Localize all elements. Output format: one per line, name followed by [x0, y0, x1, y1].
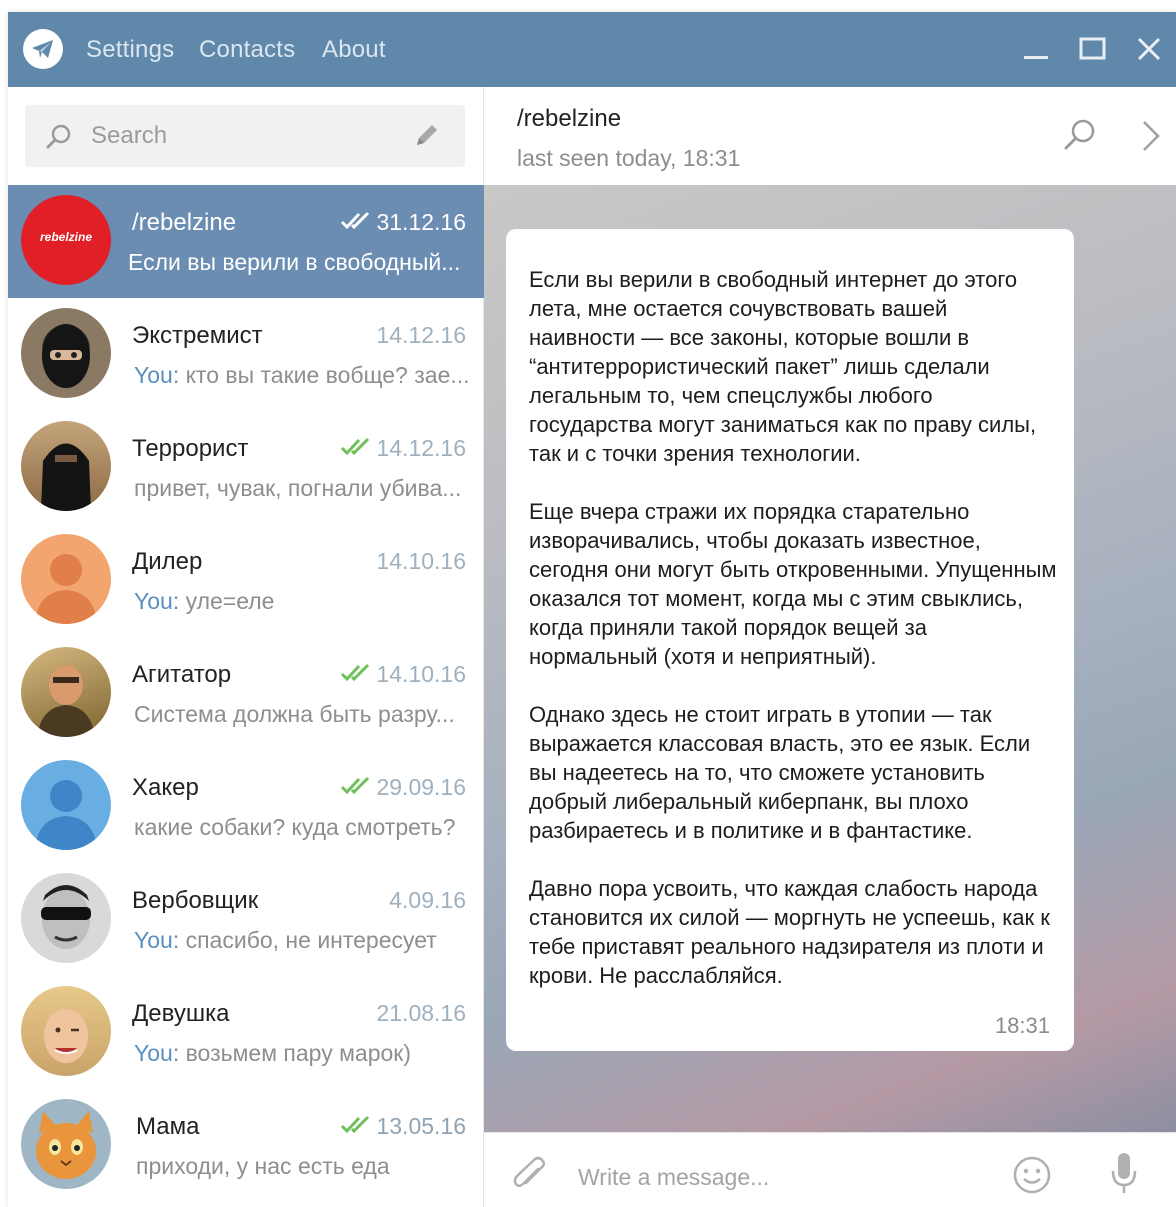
chat-name: Террорист: [132, 435, 249, 462]
message-text: Если вы верили в свободный интернет до э…: [529, 267, 1057, 988]
chat-item-dealer[interactable]: Дилер 14.10.16 You: уле=еле: [8, 524, 484, 637]
search-icon[interactable]: [1062, 117, 1098, 153]
chat-date: 4.09.16: [389, 887, 466, 913]
microphone-icon[interactable]: [1109, 1151, 1139, 1197]
avatar: [21, 534, 111, 624]
avatar: [21, 986, 111, 1076]
chat-name: Агитатор: [132, 661, 232, 688]
chat-date: 29.09.16: [376, 774, 466, 800]
chat-item-recruiter[interactable]: Вербовщик 4.09.16 You: спасибо, не интер…: [8, 863, 484, 976]
chat-date: 14.12.16: [376, 322, 466, 348]
chat-date: 21.08.16: [376, 1000, 466, 1026]
chat-name: Экстремист: [132, 322, 263, 349]
avatar-logo-text: rebelzine: [39, 230, 93, 244]
chat-name: /rebelzine: [132, 209, 237, 236]
menu-about[interactable]: About: [322, 36, 386, 64]
double-check-icon: [340, 663, 370, 682]
chat-preview: You: кто вы такие вобще? зае...: [134, 362, 470, 388]
double-check-icon: [340, 211, 370, 230]
title-bar: Settings Contacts About: [8, 12, 1176, 87]
search-icon: [46, 124, 71, 149]
chat-date: 14.10.16: [376, 661, 466, 687]
chat-preview: какие собаки? куда смотреть?: [134, 814, 456, 840]
chat-list-sidebar: rebelzine /rebelzine 31.12.16 Если вы ве…: [8, 87, 484, 1207]
chat-item-extremist[interactable]: Экстремист 14.12.16 You: кто вы такие во…: [8, 298, 484, 411]
chat-date: 31.12.16: [376, 209, 466, 235]
chat-header: /rebelzine last seen today, 18:31: [484, 87, 1176, 185]
chat-preview: Система должна быть разру...: [134, 701, 455, 727]
chat-item-hacker[interactable]: Хакер 29.09.16 какие собаки? куда смотре…: [8, 750, 484, 863]
paperclip-icon[interactable]: [510, 1155, 550, 1195]
avatar: [21, 873, 111, 963]
chat-item-girl[interactable]: Девушка 21.08.16 You: возьмем пару марок…: [8, 976, 484, 1089]
maximize-icon[interactable]: [1076, 32, 1110, 66]
chat-item-rebelzine[interactable]: rebelzine /rebelzine 31.12.16 Если вы ве…: [8, 185, 484, 298]
avatar: [21, 760, 111, 850]
minimize-icon[interactable]: [1020, 32, 1054, 66]
message-input[interactable]: [578, 1161, 958, 1193]
chat-preview: Если вы верили в свободный...: [128, 249, 461, 275]
double-check-icon: [340, 437, 370, 456]
chat-name: Мама: [136, 1113, 200, 1140]
chat-preview: приходи, у нас есть еда: [136, 1153, 390, 1179]
close-icon[interactable]: [1132, 32, 1166, 66]
chat-preview: привет, чувак, погнали убива...: [134, 475, 462, 501]
avatar: [21, 308, 111, 398]
chevron-right-icon[interactable]: [1140, 119, 1162, 153]
telegram-logo-icon[interactable]: [23, 29, 63, 69]
peer-name[interactable]: /rebelzine: [517, 105, 621, 133]
chat-date: 13.05.16: [376, 1113, 466, 1139]
peer-status: last seen today, 18:31: [517, 145, 741, 171]
chat-name: Девушка: [132, 1000, 230, 1027]
app-window: Settings Contacts About Search rebelzine…: [8, 12, 1176, 1207]
chat-preview: You: уле=еле: [134, 588, 275, 614]
search-box[interactable]: [25, 105, 465, 167]
avatar: [21, 421, 111, 511]
compose-pencil-icon[interactable]: [411, 121, 441, 151]
avatar: [21, 1099, 111, 1189]
chat-item-agitator[interactable]: Агитатор 14.10.16 Система должна быть ра…: [8, 637, 484, 750]
chat-date: 14.10.16: [376, 548, 466, 574]
message-composer: [484, 1132, 1176, 1207]
chat-preview: You: возьмем пару марок): [134, 1040, 412, 1066]
search-input[interactable]: [91, 121, 391, 151]
menu-contacts[interactable]: Contacts: [199, 36, 295, 64]
chat-date: 14.12.16: [376, 435, 466, 461]
chat-item-mom[interactable]: Мама 13.05.16 приходи, у нас есть еда: [8, 1089, 484, 1202]
chat-name: Вербовщик: [132, 887, 259, 914]
avatar: [21, 647, 111, 737]
message-time: 18:31: [994, 1013, 1050, 1038]
message-bubble[interactable]: Если вы верили в свободный интернет до э…: [506, 229, 1074, 1051]
messages-area: Если вы верили в свободный интернет до э…: [484, 185, 1176, 1132]
smiley-icon[interactable]: [1012, 1155, 1052, 1195]
chat-name: Дилер: [132, 548, 203, 575]
chat-preview: You: спасибо, не интересует: [134, 927, 437, 953]
chat-item-terrorist[interactable]: Террорист 14.12.16 привет, чувак, погнал…: [8, 411, 484, 524]
chat-name: Хакер: [132, 774, 199, 801]
avatar: rebelzine: [21, 195, 111, 285]
double-check-icon: [340, 1115, 370, 1134]
menu-settings[interactable]: Settings: [86, 36, 174, 64]
double-check-icon: [340, 776, 370, 795]
